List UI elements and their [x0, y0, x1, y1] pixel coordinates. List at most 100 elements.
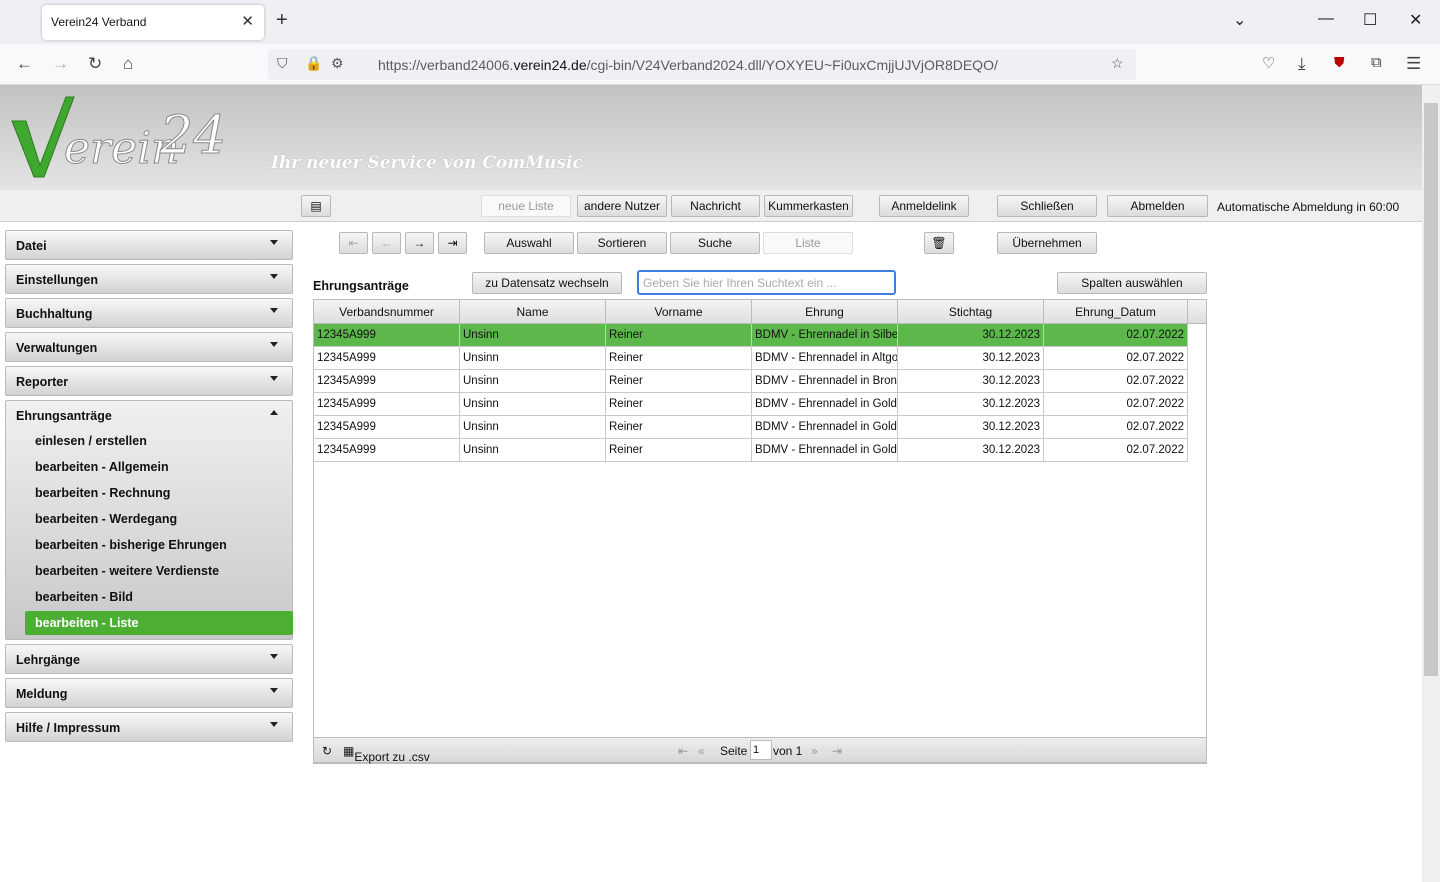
subitem-bearbeiten-liste[interactable]: bearbeiten - Liste	[25, 611, 293, 635]
cell-ehrung-datum: 02.07.2022	[1044, 439, 1188, 461]
prev-record-button[interactable]: ←	[372, 232, 401, 254]
sidebar-item-meldung[interactable]: Meldung	[5, 678, 293, 708]
delete-icon[interactable]: 🗑	[924, 232, 954, 254]
cell-ehrung: BDMV - Ehrennadel in Silber	[752, 324, 898, 346]
prev-page-icon[interactable]: «	[698, 744, 705, 758]
sidebar-item-datei[interactable]: Datei	[5, 230, 293, 260]
page-number-input[interactable]: 1	[750, 740, 772, 760]
menu-icon[interactable]: ☰	[1406, 54, 1421, 74]
auswahl-button[interactable]: Auswahl	[484, 232, 574, 254]
tab-list-icon[interactable]: ⌄	[1233, 10, 1246, 30]
sidebar-item-lehrgaenge[interactable]: Lehrgänge	[5, 644, 293, 674]
table-row[interactable]: 12345A999 Unsinn Reiner BDMV - Ehrennade…	[314, 324, 1188, 347]
scrollbar-thumb[interactable]	[1424, 103, 1438, 676]
column-header-ehrung-datum[interactable]: Ehrung_Datum	[1044, 300, 1188, 324]
suche-button[interactable]: Suche	[670, 232, 760, 254]
export-csv-button[interactable]: ▦ Export zu .csv	[343, 744, 430, 764]
last-record-button[interactable]: ⇥	[438, 232, 467, 254]
page-scrollbar[interactable]	[1422, 85, 1440, 882]
close-tab-icon[interactable]: ✕	[241, 12, 254, 30]
table-row[interactable]: 12345A999 Unsinn Reiner BDMV - Ehrennade…	[314, 347, 1188, 370]
refresh-icon[interactable]: ↻	[322, 744, 332, 758]
close-window-icon[interactable]: ✕	[1409, 10, 1422, 30]
lock-icon[interactable]: 🔒	[305, 55, 322, 72]
nachricht-button[interactable]: Nachricht	[671, 195, 760, 217]
zu-datensatz-wechseln-button[interactable]: zu Datensatz wechseln	[472, 272, 622, 294]
first-page-icon[interactable]: ⇤	[678, 744, 688, 758]
data-table: Verbandsnummer Name Vorname Ehrung Stich…	[313, 299, 1207, 764]
sidebar-item-reporter[interactable]: Reporter	[5, 366, 293, 396]
caret-down-icon	[270, 308, 278, 313]
extensions-icon[interactable]: ⧉	[1371, 54, 1382, 71]
table-header: Verbandsnummer Name Vorname Ehrung Stich…	[314, 300, 1206, 324]
sidebar-item-label: Verwaltungen	[16, 341, 98, 355]
first-record-button[interactable]: ⇤	[339, 232, 368, 254]
table-row[interactable]: 12345A999 Unsinn Reiner BDMV - Ehrennade…	[314, 439, 1188, 462]
tab-title: Verein24 Verband	[51, 15, 147, 29]
sidebar-item-verwaltungen[interactable]: Verwaltungen	[5, 332, 293, 362]
next-page-icon[interactable]: »	[811, 744, 818, 758]
shield-icon[interactable]: ⛉	[277, 55, 288, 72]
liste-button[interactable]: Liste	[763, 232, 853, 254]
column-header-vorname[interactable]: Vorname	[606, 300, 752, 324]
subitem-bearbeiten-werdegang[interactable]: bearbeiten - Werdegang	[25, 507, 293, 531]
cell-ehrung-datum: 02.07.2022	[1044, 347, 1188, 369]
downloads-icon[interactable]: ⤓	[1298, 54, 1306, 74]
caret-down-icon	[270, 654, 278, 659]
spalten-auswaehlen-button[interactable]: Spalten auswählen	[1057, 272, 1207, 294]
column-header-ehrung[interactable]: Ehrung	[752, 300, 898, 324]
sidebar-item-ehrungsantraege[interactable]: Ehrungsanträge	[6, 401, 292, 431]
sortieren-button[interactable]: Sortieren	[577, 232, 667, 254]
pocket-icon[interactable]: ♡	[1262, 54, 1275, 72]
maximize-icon[interactable]: ☐	[1363, 10, 1377, 30]
table-row[interactable]: 12345A999 Unsinn Reiner BDMV - Ehrennade…	[314, 416, 1188, 439]
page-count-label: von 1	[773, 744, 803, 758]
subitem-bearbeiten-bild[interactable]: bearbeiten - Bild	[25, 585, 293, 609]
uebernehmen-button[interactable]: Übernehmen	[997, 232, 1097, 254]
anmeldelink-button[interactable]: Anmeldelink	[879, 195, 969, 217]
sidebar-item-hilfe-impressum[interactable]: Hilfe / Impressum	[5, 712, 293, 742]
last-page-icon[interactable]: ⇥	[832, 744, 842, 758]
table-row[interactable]: 12345A999 Unsinn Reiner BDMV - Ehrennade…	[314, 370, 1188, 393]
sidebar-item-buchhaltung[interactable]: Buchhaltung	[5, 298, 293, 328]
forward-icon[interactable]: →	[52, 54, 69, 74]
andere-nutzer-button[interactable]: andere Nutzer	[577, 195, 667, 217]
search-input[interactable]: Geben Sie hier Ihren Suchtext ein ...	[637, 270, 896, 295]
schliessen-button[interactable]: Schließen	[997, 195, 1097, 217]
caret-down-icon	[270, 342, 278, 347]
permissions-icon[interactable]: ⚙	[331, 55, 344, 72]
caret-up-icon	[270, 410, 278, 415]
abmelden-button[interactable]: Abmelden	[1107, 195, 1208, 217]
neue-liste-button[interactable]: neue Liste	[481, 195, 571, 217]
sidebar-item-einstellungen[interactable]: Einstellungen	[5, 264, 293, 294]
url-bar[interactable]: ⛉ 🔒 ⚙ https://verband24006.verein24.de/c…	[268, 49, 1136, 80]
reload-icon[interactable]: ↻	[88, 54, 102, 74]
minimize-icon[interactable]: —	[1318, 10, 1334, 28]
subitem-einlesen-erstellen[interactable]: einlesen / erstellen	[25, 429, 293, 453]
subitem-bearbeiten-bisherige-ehrungen[interactable]: bearbeiten - bisherige Ehrungen	[25, 533, 293, 557]
sidebar-toggle-button[interactable]: ▤	[301, 195, 331, 217]
table-row[interactable]: 12345A999 Unsinn Reiner BDMV - Ehrennade…	[314, 393, 1188, 416]
ublock-icon[interactable]: ⛊	[1334, 54, 1345, 71]
subitem-bearbeiten-rechnung[interactable]: bearbeiten - Rechnung	[25, 481, 293, 505]
column-header-name[interactable]: Name	[460, 300, 606, 324]
new-tab-icon[interactable]: +	[276, 9, 288, 32]
cell-verbandsnummer: 12345A999	[314, 416, 460, 438]
back-icon[interactable]: ←	[16, 54, 33, 74]
home-icon[interactable]: ⌂	[123, 54, 133, 74]
column-header-stichtag[interactable]: Stichtag	[898, 300, 1044, 324]
kummerkasten-button[interactable]: Kummerkasten	[764, 195, 853, 217]
bookmark-star-icon[interactable]: ☆	[1111, 55, 1124, 72]
subitem-bearbeiten-allgemein[interactable]: bearbeiten - Allgemein	[25, 455, 293, 479]
page: erein 24 Ihr neuer Service von ComMusic …	[0, 85, 1422, 882]
column-header-verbandsnummer[interactable]: Verbandsnummer	[314, 300, 460, 324]
cell-stichtag: 30.12.2023	[898, 370, 1044, 392]
subitem-bearbeiten-weitere-verdienste[interactable]: bearbeiten - weitere Verdienste	[25, 559, 293, 583]
next-record-button[interactable]: →	[405, 232, 434, 254]
browser-tab[interactable]: Verein24 Verband ✕	[42, 5, 264, 40]
cell-vorname: Reiner	[606, 393, 752, 415]
auto-logout-text: Automatische Abmeldung in 60:00	[1217, 200, 1400, 214]
cell-vorname: Reiner	[606, 416, 752, 438]
cell-ehrung: BDMV - Ehrennadel in Bronze	[752, 370, 898, 392]
cell-ehrung-datum: 02.07.2022	[1044, 393, 1188, 415]
